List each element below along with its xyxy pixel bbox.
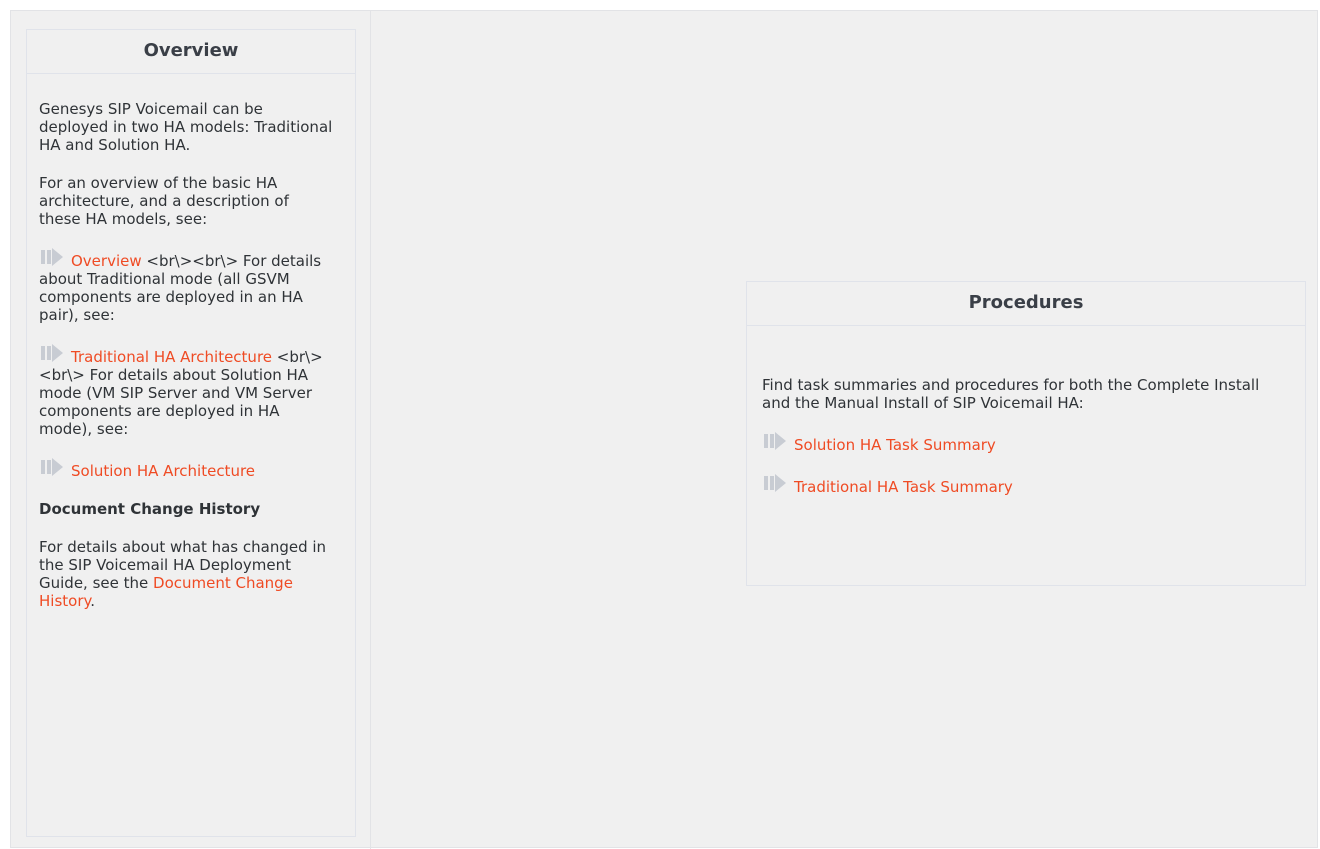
overview-see-text: For an overview of the basic HA architec…	[39, 174, 289, 228]
left-column: Overview Genesys SIP Voicemail can be de…	[11, 11, 371, 849]
arrow-right-icon	[39, 248, 71, 269]
solution-link-para: Solution HA Architecture	[39, 458, 333, 480]
traditional-link-para: Traditional HA Architecture <br\><br\> F…	[39, 344, 333, 438]
overview-body: Genesys SIP Voicemail can be deployed in…	[27, 74, 355, 610]
overview-intro: Genesys SIP Voicemail can be deployed in…	[39, 100, 333, 154]
document-change-history-heading: Document Change History	[39, 500, 261, 518]
overview-link[interactable]: Overview	[71, 252, 142, 270]
procedures-panel: Procedures Find task summaries and proce…	[746, 281, 1306, 586]
procedures-body: Find task summaries and procedures for b…	[747, 326, 1305, 496]
overview-panel: Overview Genesys SIP Voicemail can be de…	[26, 29, 356, 837]
procedures-title: Procedures	[747, 282, 1305, 326]
arrow-right-icon	[39, 344, 71, 365]
arrow-right-icon	[762, 474, 794, 495]
overview-title: Overview	[27, 30, 355, 74]
arrow-right-icon	[762, 432, 794, 453]
content-area: Overview Genesys SIP Voicemail can be de…	[10, 10, 1318, 849]
arrow-right-icon	[39, 458, 71, 479]
traditional-ha-architecture-link[interactable]: Traditional HA Architecture	[71, 348, 272, 366]
history-end: .	[90, 592, 96, 610]
history-para: For details about what has changed in th…	[39, 538, 333, 610]
overview-link-para: Overview <br\><br\> For details about Tr…	[39, 248, 333, 324]
procedure-link-item: Solution HA Task Summary	[762, 432, 1285, 454]
procedures-intro: Find task summaries and procedures for b…	[762, 376, 1260, 412]
solution-ha-architecture-link[interactable]: Solution HA Architecture	[71, 462, 255, 480]
solution-ha-task-summary-link[interactable]: Solution HA Task Summary	[794, 436, 996, 454]
traditional-ha-task-summary-link[interactable]: Traditional HA Task Summary	[794, 478, 1013, 496]
procedure-link-item: Traditional HA Task Summary	[762, 474, 1285, 496]
